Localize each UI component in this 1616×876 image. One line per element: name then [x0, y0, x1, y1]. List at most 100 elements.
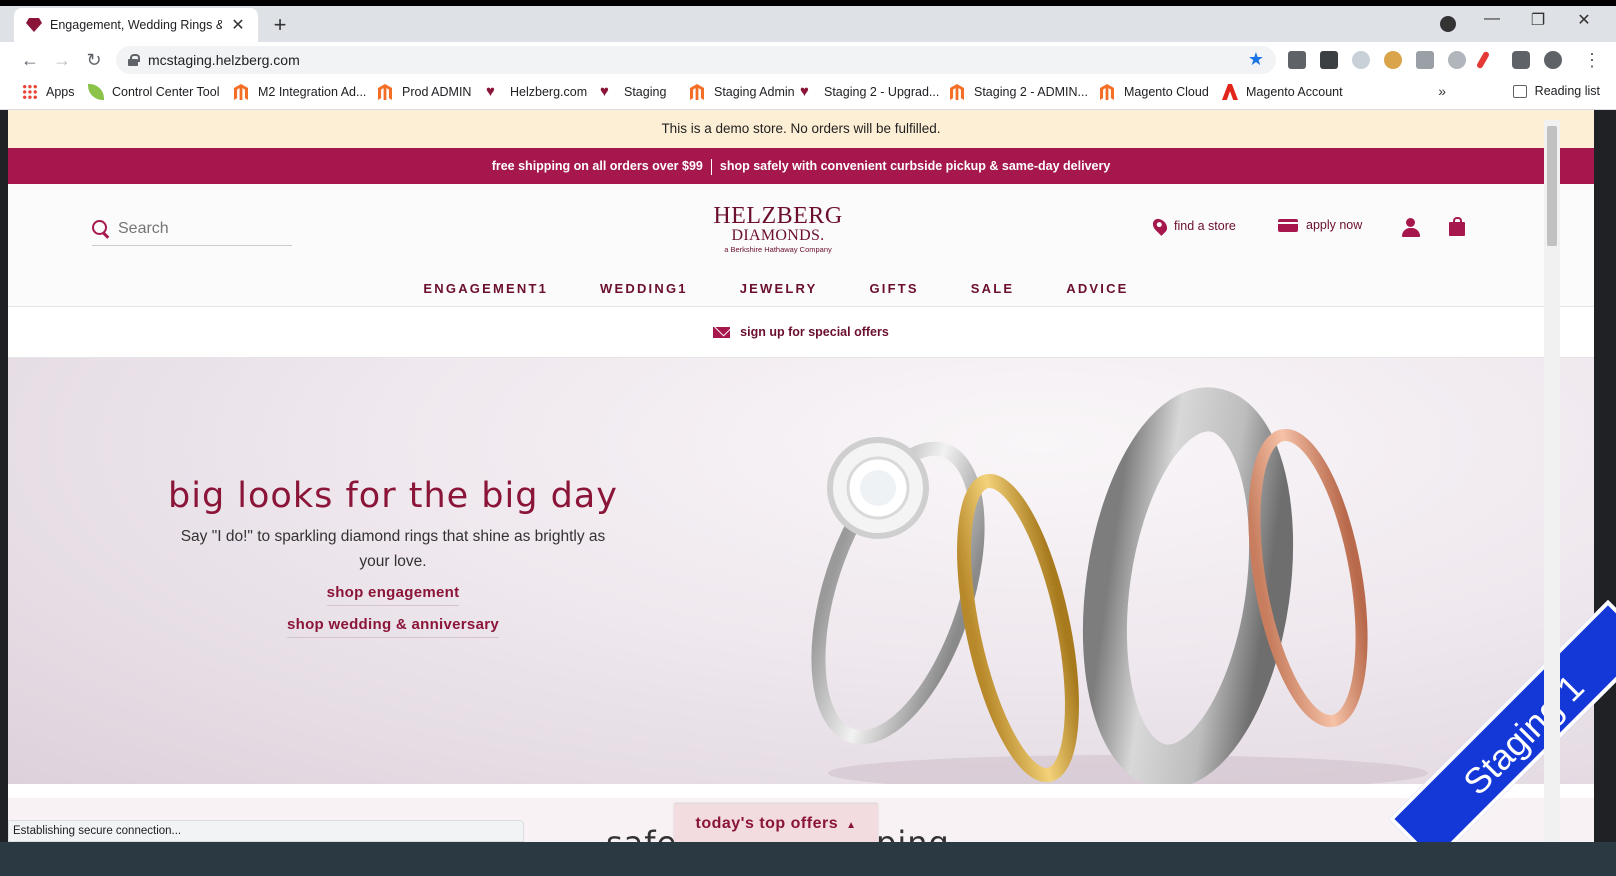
hero-subtitle: Say "I do!" to sparkling diamond rings t…: [180, 528, 606, 570]
bookmarks-bar: Apps Control Center Tool M2 Integration …: [0, 78, 1616, 110]
minimize-button[interactable]: —: [1480, 10, 1504, 28]
reading-list-label: Reading list: [1534, 84, 1600, 98]
account-icon[interactable]: [1402, 218, 1420, 238]
promo-curbside[interactable]: shop safely with convenient curbside pic…: [720, 159, 1110, 173]
demo-store-notice: This is a demo store. No orders will be …: [8, 110, 1594, 148]
hero-copy: big looks for the big day Say "I do!" to…: [168, 476, 618, 638]
nav-engagement[interactable]: ENGAGEMENT1: [397, 272, 574, 306]
signup-bar[interactable]: sign up for special offers: [8, 306, 1594, 358]
promo-banner[interactable]: free shipping on all orders over $99 shop…: [8, 148, 1594, 184]
cookie-icon[interactable]: [1384, 51, 1402, 69]
nav-sale[interactable]: SALE: [945, 272, 1040, 306]
shop-wedding-anniversary-link[interactable]: shop wedding & anniversary: [286, 616, 499, 638]
forward-arrow-icon[interactable]: →: [50, 48, 74, 72]
url-text[interactable]: mcstaging.helzberg.com: [148, 52, 300, 68]
extension-snow-icon[interactable]: [1352, 51, 1370, 69]
helzberg-favicon-icon: [26, 18, 42, 32]
extension-grid-icon[interactable]: [1288, 51, 1306, 69]
bookmark-magento-account[interactable]: Magento Account: [1222, 84, 1343, 100]
search-input[interactable]: [118, 219, 278, 238]
bookmark-star-icon[interactable]: ★: [1248, 49, 1264, 70]
page-scrollbar[interactable]: [1544, 120, 1560, 842]
envelope-icon: [713, 326, 731, 338]
bookmark-label: M2 Integration Ad...: [258, 85, 367, 99]
nav-wedding[interactable]: WEDDING1: [574, 272, 714, 306]
nav-gifts[interactable]: GIFTS: [843, 272, 944, 306]
bookmark-apps[interactable]: Apps: [22, 84, 75, 100]
rings-product-image: [811, 387, 1428, 784]
browser-chrome: Engagement, Wedding Rings & F ✕ + — ❐ ✕ …: [0, 0, 1616, 110]
magento-icon: [950, 84, 966, 100]
logo-tagline: a Berkshire Hathaway Company: [724, 245, 832, 254]
bookmark-staging[interactable]: ♥ Staging: [600, 84, 666, 100]
site-header: HELZBERG DIAMONDS. a Berkshire Hathaway …: [8, 184, 1594, 306]
bookmark-m2-integration[interactable]: M2 Integration Ad...: [234, 84, 366, 100]
puzzle-extensions-icon[interactable]: [1512, 51, 1530, 69]
profile-avatar-icon[interactable]: [1544, 51, 1562, 69]
browser-tab[interactable]: Engagement, Wedding Rings & F ✕: [14, 8, 258, 42]
bookmark-prod-admin[interactable]: Prod ADMIN: [378, 84, 471, 100]
extension-globe-icon[interactable]: [1448, 51, 1466, 69]
bookmark-label: Staging: [624, 85, 667, 99]
lock-icon: [128, 54, 140, 66]
bookmark-label: Staging 2 - ADMIN...: [974, 85, 1088, 99]
apply-now-link[interactable]: apply now: [1278, 218, 1362, 232]
bookmark-control-center[interactable]: Control Center Tool: [88, 84, 219, 100]
reading-list-button[interactable]: Reading list: [1512, 84, 1600, 98]
search-box[interactable]: [92, 212, 292, 246]
bookmark-label: Helzberg.com: [510, 85, 588, 99]
tab-search-icon[interactable]: [1440, 16, 1456, 32]
pen-icon[interactable]: [1475, 50, 1491, 70]
promo-free-shipping[interactable]: free shipping on all orders over $99: [492, 159, 703, 173]
back-arrow-icon[interactable]: ←: [18, 48, 42, 72]
nav-advice[interactable]: ADVICE: [1040, 272, 1154, 306]
bookmark-magento-cloud[interactable]: Magento Cloud: [1100, 84, 1209, 100]
credit-card-icon: [1278, 218, 1298, 232]
bookmark-staging-admin[interactable]: Staging Admin: [690, 84, 795, 100]
location-pin-icon: [1150, 216, 1170, 236]
reload-icon[interactable]: ↻: [82, 48, 106, 72]
camera-icon[interactable]: [1416, 51, 1434, 69]
tab-close-icon[interactable]: ✕: [230, 15, 246, 35]
todays-top-offers-tab[interactable]: today's top offers ▲: [674, 804, 878, 844]
shopping-bag-icon[interactable]: [1449, 217, 1465, 236]
heart-icon: ♥: [486, 83, 495, 100]
hero-title: big looks for the big day: [168, 476, 618, 516]
kebab-menu-icon[interactable]: ⋮: [1580, 48, 1604, 72]
bookmark-label: Apps: [46, 85, 75, 99]
bookmark-staging2-upgrade[interactable]: ♥ Staging 2 - Upgrad...: [800, 84, 939, 100]
signup-link[interactable]: sign up for special offers: [740, 325, 889, 339]
browser-status-bar: Establishing secure connection...: [8, 820, 524, 842]
heart-icon: ♥: [600, 83, 609, 100]
new-tab-button[interactable]: +: [268, 12, 292, 38]
bookmark-helzberg[interactable]: ♥ Helzberg.com: [486, 84, 587, 100]
os-taskbar: [0, 842, 1616, 876]
reading-list-icon: [1512, 84, 1527, 98]
bookmark-staging2-admin[interactable]: Staging 2 - ADMIN...: [950, 84, 1088, 100]
scrollbar-thumb[interactable]: [1547, 126, 1557, 246]
bookmark-label: Magento Account: [1246, 85, 1343, 99]
heart-icon: ♥: [800, 83, 809, 100]
extension-dark-icon[interactable]: [1320, 51, 1338, 69]
todays-top-offers-label: today's top offers: [695, 815, 839, 832]
bookmark-label: Control Center Tool: [112, 85, 220, 99]
more-bookmarks-button[interactable]: »: [1438, 83, 1446, 99]
leaf-icon: [88, 84, 104, 100]
promo-divider: [710, 158, 712, 175]
adobe-icon: [1222, 84, 1238, 100]
magento-icon: [378, 84, 394, 100]
search-icon[interactable]: [92, 219, 110, 238]
address-bar[interactable]: mcstaging.helzberg.com ★: [116, 46, 1276, 74]
shop-engagement-link[interactable]: shop engagement: [326, 584, 460, 606]
helzberg-logo[interactable]: HELZBERG DIAMONDS. a Berkshire Hathaway …: [698, 204, 858, 256]
hero-banner: big looks for the big day Say "I do!" to…: [8, 358, 1594, 784]
close-window-button[interactable]: ✕: [1572, 10, 1596, 30]
bookmark-label: Staging Admin: [714, 85, 795, 99]
find-a-store-link[interactable]: find a store: [1150, 216, 1236, 236]
bookmark-label: Staging 2 - Upgrad...: [824, 85, 940, 99]
apps-grid-icon: [22, 84, 38, 100]
main-nav: ENGAGEMENT1 WEDDING1 JEWELRY GIFTS SALE …: [8, 272, 1544, 306]
nav-jewelry[interactable]: JEWELRY: [714, 272, 844, 306]
restore-button[interactable]: ❐: [1526, 10, 1550, 30]
web-page: This is a demo store. No orders will be …: [8, 110, 1594, 866]
